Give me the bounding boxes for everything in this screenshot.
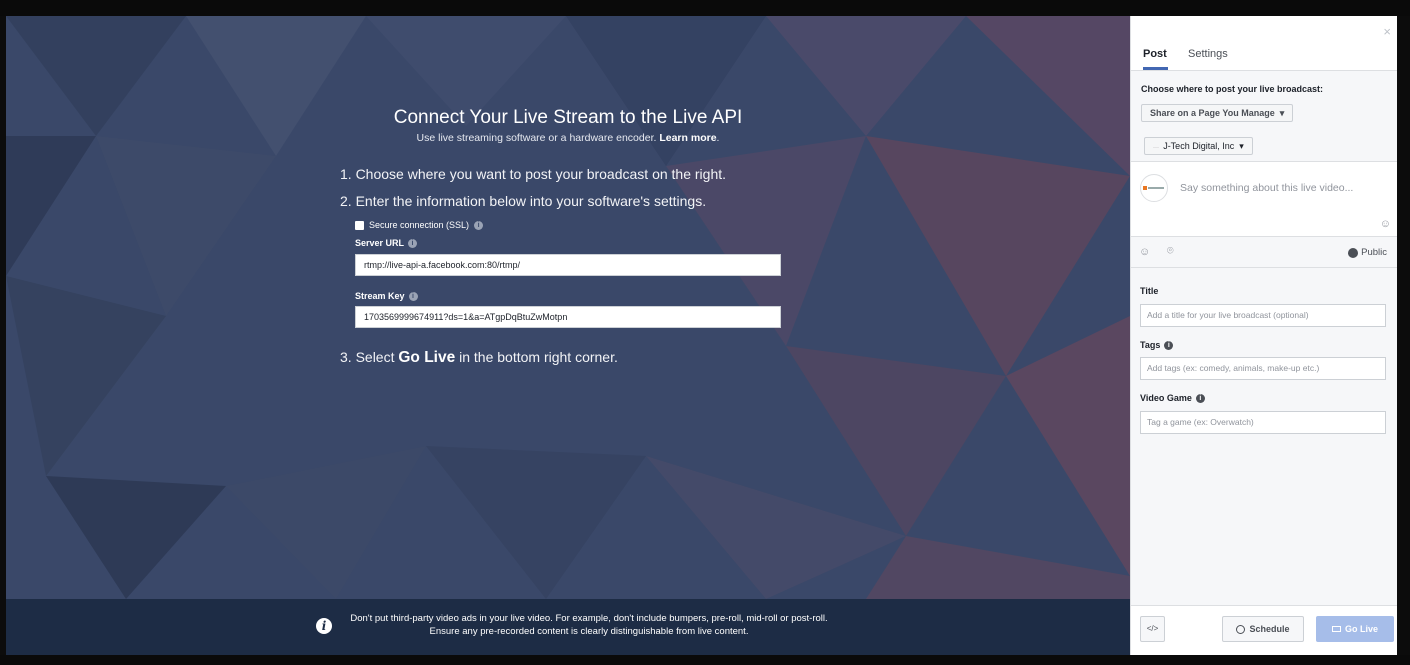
bottom-bar [0,655,1410,665]
chevron-down-icon: ▾ [1277,108,1285,118]
learn-more-link[interactable]: Learn more [659,132,716,144]
info-icon[interactable]: i [1195,393,1205,403]
share-destination-value: Share on a Page You Manage [1150,108,1275,118]
title-label-text: Title [1140,286,1159,296]
info-icon[interactable]: i [408,238,418,248]
ssl-checkbox[interactable] [355,220,364,230]
stream-key-field[interactable]: 1703569999674911?ds=1&a=ATgpDqBtuZwMotpn [355,306,781,328]
clock-icon [1236,624,1246,634]
step-3-suffix: in the bottom right corner. [459,349,618,365]
panel-tabs: × Post Settings [1131,16,1397,71]
page-avatar [1140,174,1168,202]
feeling-icon[interactable]: ☺ [1139,246,1150,258]
step-2: 2. Enter the information below into your… [340,193,707,209]
ads-notice-text: Don't put third-party video ads in your … [350,613,828,637]
chevron-down-icon: ▾ [1236,141,1244,151]
info-circle-icon: i [316,618,332,634]
choose-destination-label: Choose where to post your live broadcast… [1141,84,1324,94]
share-destination-dropdown[interactable]: Share on a Page You Manage ▾ [1141,104,1294,122]
close-icon[interactable]: × [1383,24,1391,39]
privacy-selector[interactable]: Public [1348,247,1387,258]
embed-code-button[interactable]: </> [1140,616,1165,642]
video-game-input[interactable]: Tag a game (ex: Overwatch) [1140,411,1386,434]
brand-logo-icon [1143,186,1164,190]
schedule-label: Schedule [1249,624,1290,634]
stream-key-label: Stream Key [355,291,405,301]
composer[interactable]: Say something about this live video... ☺ [1131,161,1397,237]
stream-key-label-row: Stream Key i [355,291,418,301]
step-3: 3. Select Go Live in the bottom right co… [340,349,618,367]
tags-input[interactable]: Add tags (ex: comedy, animals, make-up e… [1140,357,1386,380]
step-1: 1. Choose where you want to post your br… [340,166,727,182]
title-input[interactable]: Add a title for your live broadcast (opt… [1140,304,1386,327]
tab-settings[interactable]: Settings [1188,48,1228,60]
tags-label: Tags i [1140,340,1174,350]
page-logo-icon: ··· [1153,145,1161,151]
page-subtitle: Use live streaming software or a hardwar… [6,132,1130,144]
composer-placeholder[interactable]: Say something about this live video... [1180,182,1353,194]
step-3-bold: Go Live [398,349,456,366]
video-game-label: Video Game i [1140,393,1205,403]
title-label: Title [1140,286,1158,296]
top-bar [0,0,1410,16]
privacy-label: Public [1361,247,1387,258]
server-url-field[interactable]: rtmp://live-api-a.facebook.com:80/rtmp/ [355,254,781,276]
schedule-button[interactable]: Schedule [1222,616,1304,642]
tab-post[interactable]: Post [1143,48,1167,60]
emoji-icon[interactable]: ☺ [1380,218,1391,230]
subtitle-text: Use live streaming software or a hardwar… [416,132,657,144]
ssl-option[interactable]: Secure connection (SSL) i [355,220,484,230]
page-title: Connect Your Live Stream to the Live API [393,107,743,128]
info-icon[interactable]: i [474,220,484,230]
ssl-label: Secure connection (SSL) [369,220,470,230]
subtitle-end: . [716,132,720,144]
info-icon[interactable]: i [408,291,418,301]
globe-icon [1348,247,1359,258]
go-live-button[interactable]: Go Live [1316,616,1394,642]
server-url-label-row: Server URL i [355,238,418,248]
server-url-label: Server URL [355,238,405,248]
broadcast-stage: Connect Your Live Stream to the Live API… [6,16,1130,655]
tags-label-text: Tags [1140,340,1161,350]
instructions: Connect Your Live Stream to the Live API… [6,16,1130,599]
info-icon[interactable]: i [1164,340,1174,350]
video-game-label-text: Video Game [1140,393,1192,403]
page-select-value: J-Tech Digital, Inc [1163,141,1235,151]
composer-actions: ☺ ⌾ Public [1131,237,1397,268]
page-select-dropdown[interactable]: ··· J-Tech Digital, Inc ▾ [1144,137,1253,155]
active-tab-indicator [1143,67,1168,70]
step-3-prefix: 3. Select [340,349,395,365]
panel-footer: </> Schedule Go Live [1131,605,1397,655]
go-live-label: Go Live [1344,624,1378,634]
post-panel: × Post Settings Choose where to post you… [1130,16,1397,655]
location-pin-icon[interactable]: ⌾ [1167,245,1174,258]
ads-notice: i Don't put third-party video ads in you… [6,599,1130,655]
video-camera-icon [1331,626,1341,632]
